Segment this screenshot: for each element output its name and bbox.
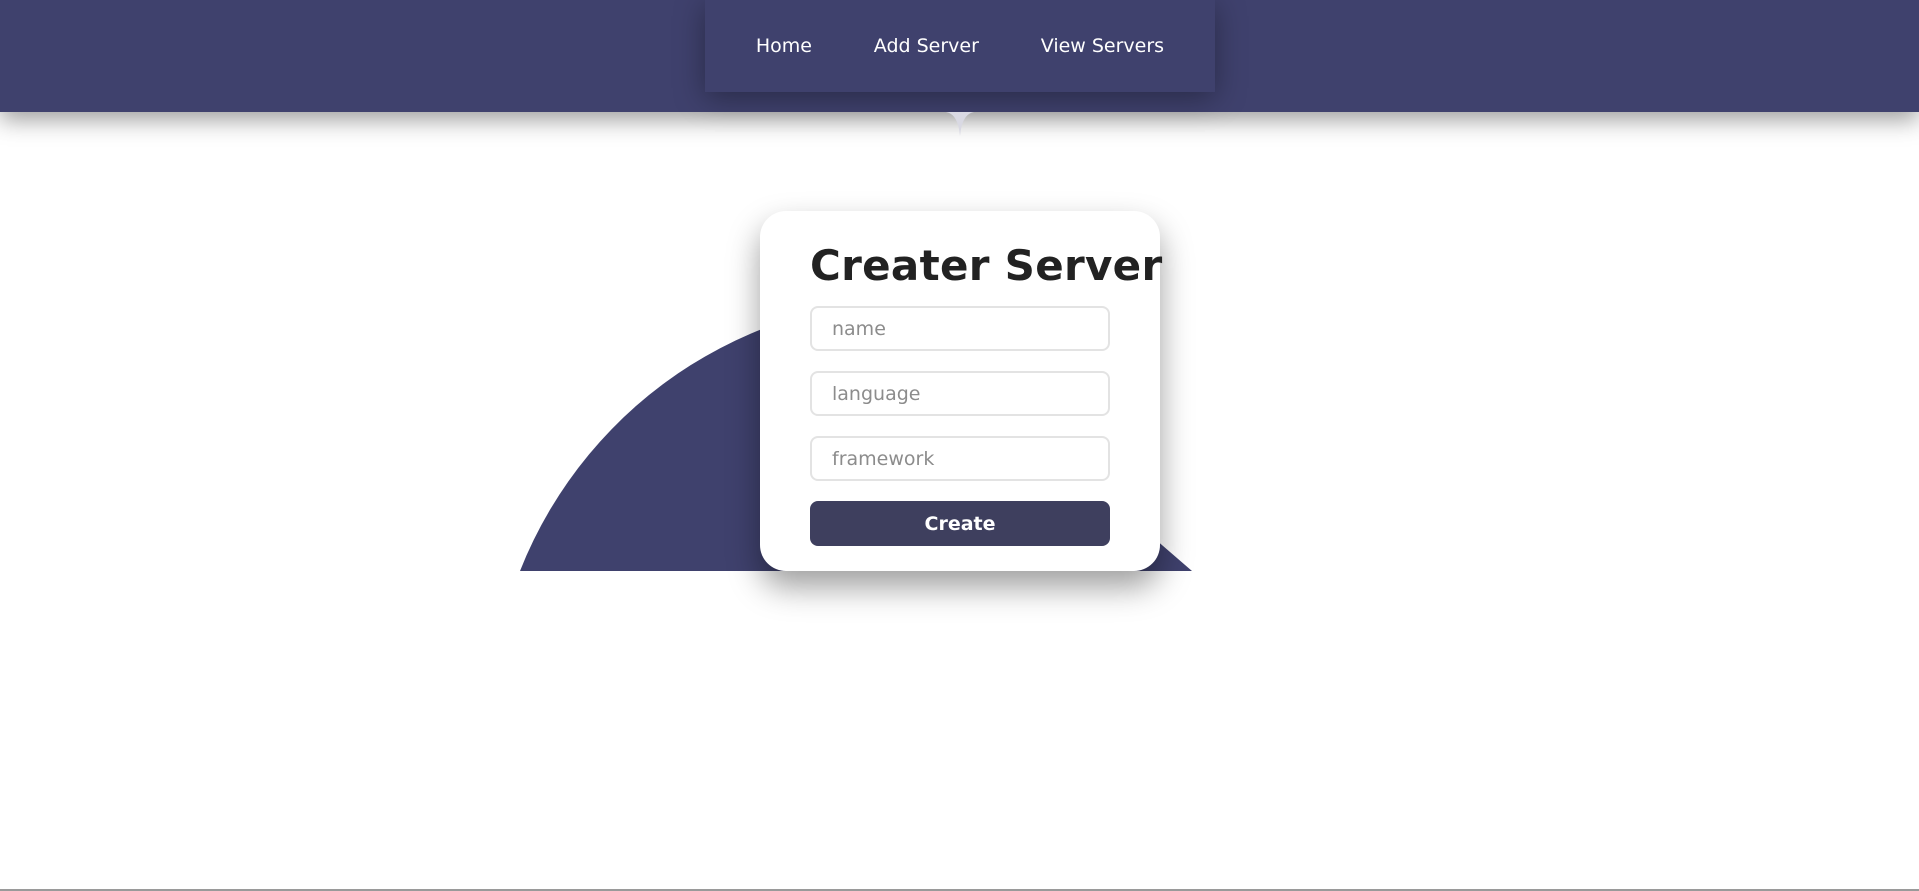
- language-input[interactable]: [810, 371, 1110, 416]
- framework-input[interactable]: [810, 436, 1110, 481]
- main-nav: Home Add Server View Servers: [705, 0, 1215, 92]
- nav-home[interactable]: Home: [756, 35, 812, 57]
- nav-view-servers[interactable]: View Servers: [1041, 35, 1164, 57]
- form-title: Creater Server: [810, 241, 1163, 290]
- create-button[interactable]: Create: [810, 501, 1110, 546]
- nav-add-server[interactable]: Add Server: [874, 35, 979, 57]
- nav-notch: [946, 112, 974, 136]
- name-input[interactable]: [810, 306, 1110, 351]
- top-header: Home Add Server View Servers: [0, 0, 1919, 112]
- create-server-card: Creater Server Create: [760, 211, 1163, 571]
